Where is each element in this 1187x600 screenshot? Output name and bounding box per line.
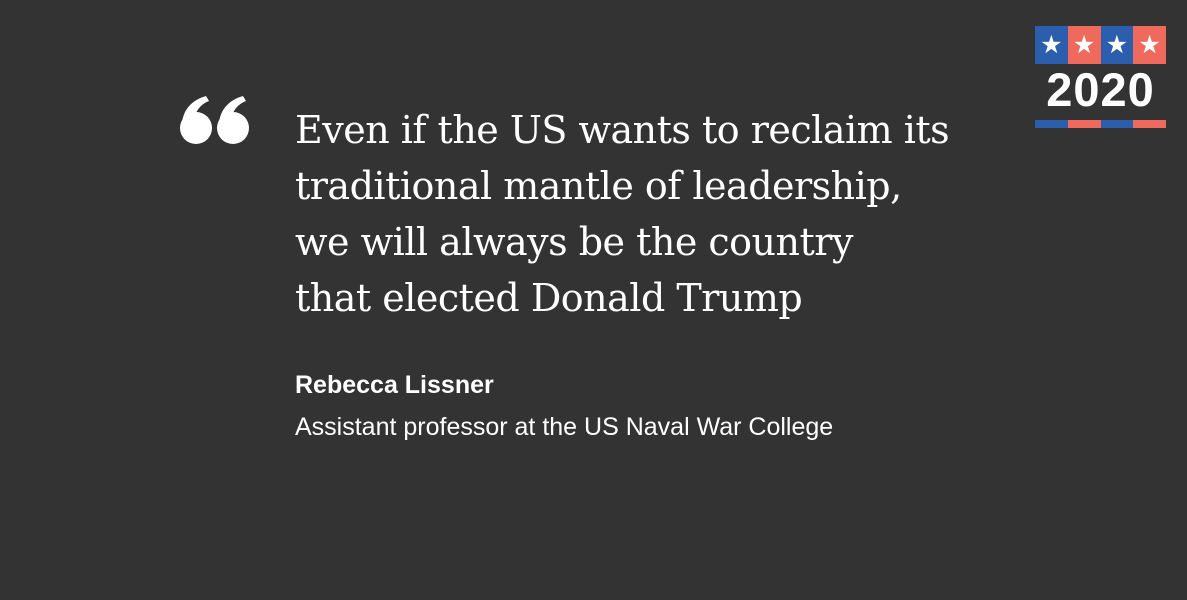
badge-year: 2020 [1046, 63, 1155, 116]
star-icon: ★ [1035, 26, 1068, 64]
quote-block: Even if the US wants to reclaim its trad… [295, 102, 1015, 442]
stripe-segment [1133, 120, 1166, 128]
quote-line: Even if the US wants to reclaim its [295, 108, 950, 152]
quote-line: we will always be the country [295, 220, 853, 264]
quote-text: Even if the US wants to reclaim its trad… [295, 102, 1015, 326]
stripe-segment [1100, 120, 1134, 128]
badge-stripe [1035, 120, 1166, 128]
stripe-segment [1035, 120, 1068, 128]
stripe-segment [1067, 120, 1101, 128]
quote-line: that elected Donald Trump [295, 276, 803, 320]
star-icon: ★ [1100, 26, 1134, 64]
badge-stars: ★ ★ ★ ★ [1035, 26, 1166, 64]
election-2020-badge: ★ ★ ★ ★ 2020 [1035, 26, 1166, 129]
star-icon: ★ [1133, 26, 1166, 64]
author-name: Rebecca Lissner [295, 371, 494, 399]
quote-line: traditional mantle of leadership, [295, 164, 902, 208]
author-title: Assistant professor at the US Naval War … [295, 413, 834, 441]
star-icon: ★ [1067, 26, 1101, 64]
opening-quote-icon [180, 96, 249, 144]
